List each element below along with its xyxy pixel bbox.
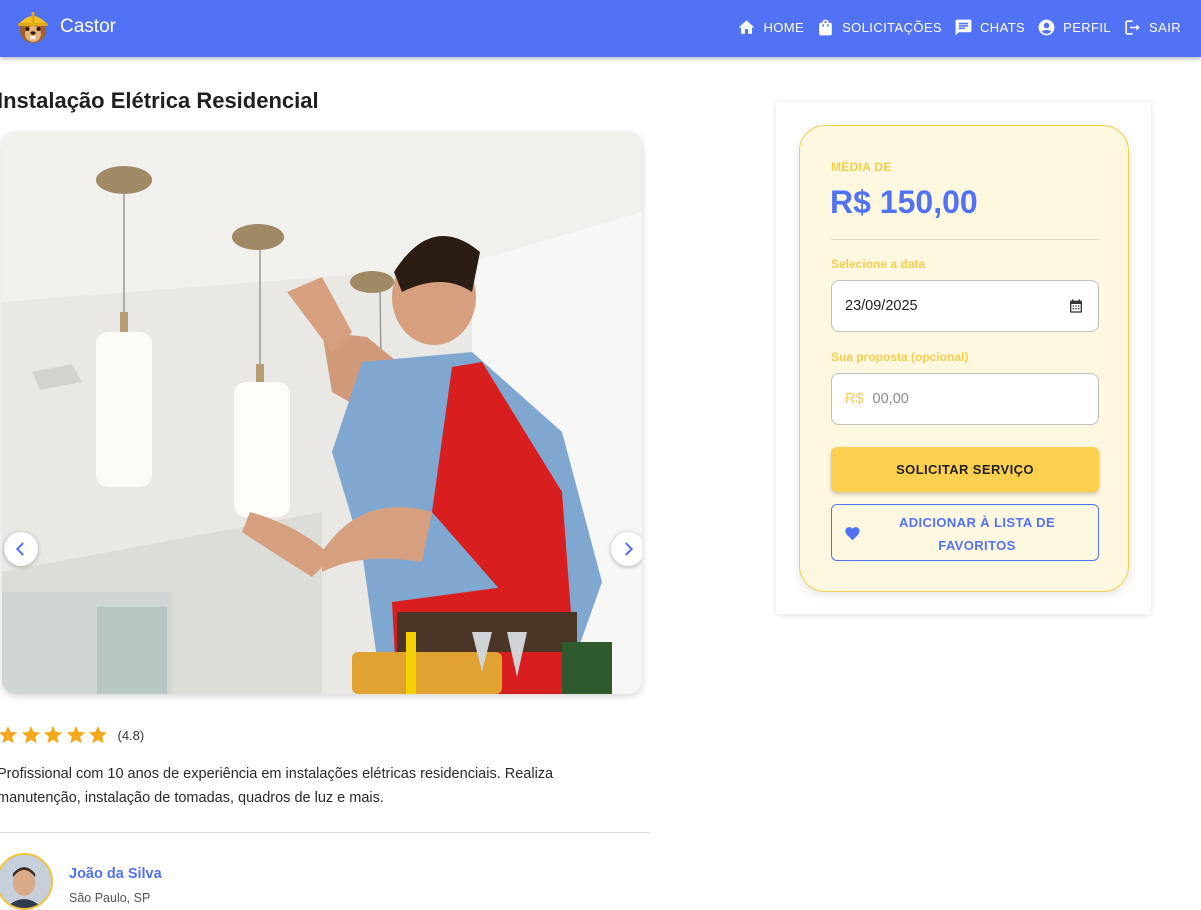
provider-name[interactable]: João da Silva xyxy=(69,866,162,882)
home-icon xyxy=(739,19,755,34)
calendar-icon[interactable] xyxy=(1068,298,1084,314)
nav-logout-label: SAIR xyxy=(1149,19,1181,35)
date-value: 23/09/2025 xyxy=(845,298,918,314)
chat-icon xyxy=(955,19,972,35)
request-service-button[interactable]: SOLICITAR SERVIÇO xyxy=(831,447,1099,492)
rating: (4.8) xyxy=(0,724,144,746)
service-title: Instalação Elétrica Residencial xyxy=(0,88,319,113)
star-icon xyxy=(0,725,18,744)
brand[interactable]: Castor xyxy=(16,9,116,45)
nav-chats[interactable]: CHATS xyxy=(954,18,1025,37)
beaver-logo-icon xyxy=(18,12,48,43)
heart-icon xyxy=(845,527,860,541)
account-circle-icon xyxy=(1038,19,1055,35)
provider-avatar[interactable] xyxy=(0,853,53,910)
carousel-prev-button[interactable] xyxy=(4,532,38,566)
average-label: MÉDIA DE xyxy=(831,160,892,174)
nav-profile-label: PERFIL xyxy=(1063,19,1112,35)
booking-panel: MÉDIA DE R$ 150,00 Selecione a data 23/0… xyxy=(799,125,1129,592)
main-nav: HOME SOLICITAÇÕES CHATS PERFIL SAIR xyxy=(725,14,1181,40)
chevron-right-icon xyxy=(625,542,634,556)
nav-requests-label: SOLICITAÇÕES xyxy=(842,19,943,35)
star-icon xyxy=(21,725,40,744)
add-to-favorites-button[interactable]: ADICIONAR À LISTA DE FAVORITOS xyxy=(831,504,1099,561)
rating-value: (4.8) xyxy=(117,727,145,743)
proposal-placeholder: 00,00 xyxy=(872,391,909,407)
average-price: R$ 150,00 xyxy=(830,184,978,220)
booking-card: MÉDIA DE R$ 150,00 Selecione a data 23/0… xyxy=(776,102,1151,614)
star-icon xyxy=(88,725,108,744)
star-icon xyxy=(66,725,85,744)
app-name: Castor xyxy=(60,16,116,37)
app-bar: Castor HOME SOLICITAÇÕES CHATS PERFIL SA… xyxy=(0,0,1201,57)
nav-requests[interactable]: SOLICITAÇÕES xyxy=(816,18,942,37)
chevron-left-icon xyxy=(15,542,24,556)
proposal-input[interactable]: R$ 00,00 xyxy=(831,373,1099,425)
shopping-bag-icon xyxy=(819,19,832,35)
star-icon xyxy=(43,725,63,744)
nav-profile[interactable]: PERFIL xyxy=(1037,18,1111,37)
section-divider xyxy=(0,832,650,833)
favorites-label: ADICIONAR À LISTA DE FAVORITOS xyxy=(898,515,1056,553)
provider-location: São Paulo, SP xyxy=(69,891,151,905)
service-description: Profissional com 10 anos de experiência … xyxy=(0,766,554,806)
logout-icon xyxy=(1125,19,1140,35)
nav-chats-label: CHATS xyxy=(980,19,1026,35)
electrician-photo xyxy=(2,132,642,694)
nav-home[interactable]: HOME xyxy=(737,18,804,37)
panel-divider xyxy=(831,239,1099,240)
date-field[interactable]: 23/09/2025 xyxy=(831,280,1099,332)
proposal-label: Sua proposta (opcional) xyxy=(831,350,969,364)
nav-home-label: HOME xyxy=(763,19,805,35)
currency-prefix: R$ xyxy=(845,391,864,407)
nav-logout[interactable]: SAIR xyxy=(1123,18,1181,37)
date-label: Selecione a data xyxy=(831,257,926,271)
avatar-photo xyxy=(0,855,51,908)
image-carousel[interactable] xyxy=(2,132,642,694)
carousel-next-button[interactable] xyxy=(611,532,642,566)
